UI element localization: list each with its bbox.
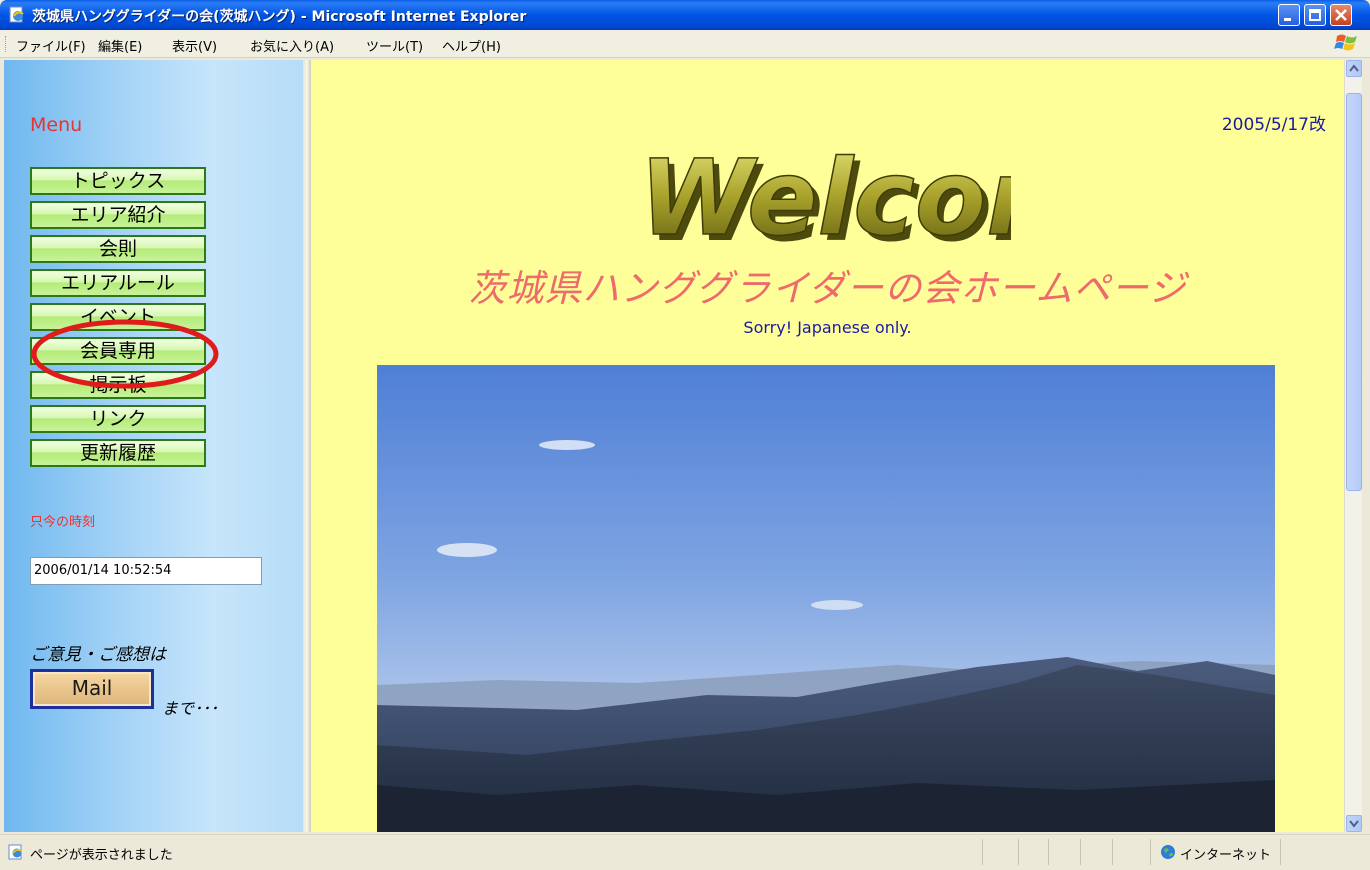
status-divider [1048,839,1049,865]
nav-events[interactable]: イベント [30,303,206,331]
status-bar: ページが表示されました インターネット [0,834,1370,870]
ie-page-icon [9,6,24,23]
zone-text: インターネット [1180,848,1272,863]
windows-logo-icon [1334,34,1357,51]
nav-update-history[interactable]: 更新履歴 [30,439,206,467]
status-divider [1150,839,1151,865]
subtitle: Sorry! Japanese only. [743,318,912,337]
menu-grip [5,36,8,52]
status-divider [1018,839,1019,865]
welcome-logo: Welcome Welcome [638,136,1011,254]
nav-bulletin-board[interactable]: 掲示板 [30,371,206,399]
chevron-down-icon [1349,820,1359,828]
menu-tools[interactable]: ツール(T) [366,36,423,55]
title-bar: 茨城県ハンググライダーの会(茨城ハング) - Microsoft Interne… [0,0,1370,30]
status-divider [1112,839,1113,865]
mountain-photo [377,365,1275,832]
minimize-button[interactable] [1278,4,1300,26]
nav-topics[interactable]: トピックス [30,167,206,195]
menu-view[interactable]: 表示(V) [172,36,217,55]
mail-button[interactable]: Mail [30,669,154,709]
main-frame: 2005/5/17改 Welcome Welcome 茨城県ハンググライダーの会… [311,60,1344,832]
close-button[interactable] [1330,4,1352,26]
clock-field: 2006/01/14 10:52:54 [30,557,262,585]
status-divider [1080,839,1081,865]
menu-file[interactable]: ファイル(F) [16,36,86,55]
maximize-button[interactable] [1304,4,1326,26]
nav-links[interactable]: リンク [30,405,206,433]
menu-help[interactable]: ヘルプ(H) [442,36,501,55]
chevron-up-icon [1349,64,1359,72]
nav-members-only[interactable]: 会員専用 [30,337,206,365]
frame-divider[interactable] [303,60,311,832]
svg-text:Welcome: Welcome [639,137,1011,254]
page-done-icon [8,844,22,860]
status-text: ページが表示されました [30,848,173,863]
status-divider [982,839,983,865]
site-title: 茨城県ハンググライダーの会ホームページ [468,267,1187,310]
menu-edit[interactable]: 編集(E) [98,36,142,55]
minimize-icon [1284,18,1291,21]
scroll-thumb[interactable] [1346,93,1362,491]
menu-title: Menu [30,114,83,136]
update-date: 2005/5/17改 [1221,115,1326,135]
feedback-text: ご意見・ご感想は [30,645,166,665]
made-text: まで･･･ [162,699,219,718]
nav-area-intro[interactable]: エリア紹介 [30,201,206,229]
maximize-icon [1309,9,1321,21]
status-divider [1280,839,1281,865]
globe-icon [1161,845,1175,859]
close-icon [1335,9,1347,21]
nav-area-rules[interactable]: エリアルール [30,269,206,297]
menu-favorites[interactable]: お気に入り(A) [250,36,334,55]
nav-rules[interactable]: 会則 [30,235,206,263]
window-title: 茨城県ハンググライダーの会(茨城ハング) - Microsoft Interne… [32,9,527,25]
scroll-down-button[interactable] [1346,815,1362,832]
scroll-up-button[interactable] [1346,60,1362,77]
vertical-scrollbar[interactable] [1344,60,1362,832]
left-frame: Menu トピックス エリア紹介 会則 エリアルール イベント 会員専用 掲示板… [4,60,303,832]
menu-bar: ファイル(F) 編集(E) 表示(V) お気に入り(A) ツール(T) ヘルプ(… [0,30,1370,58]
clock-label: 只今の時刻 [30,515,96,530]
browser-viewport: Menu トピックス エリア紹介 会則 エリアルール イベント 会員専用 掲示板… [4,60,1362,832]
